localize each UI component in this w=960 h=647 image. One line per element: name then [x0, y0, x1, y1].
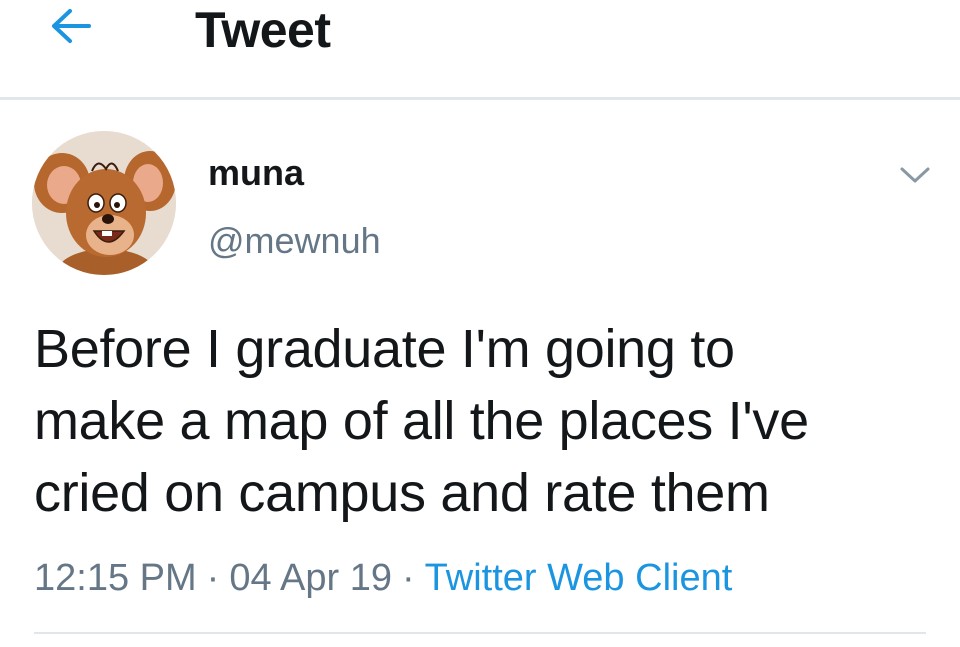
author-handle[interactable]: @mewnuh [208, 220, 381, 262]
tweet-source-link[interactable]: Twitter Web Client [425, 557, 733, 599]
arrow-left-icon [52, 9, 91, 43]
tweet-text-line: make a map of all the places I've [34, 391, 809, 451]
author-display-name[interactable]: muna [208, 152, 304, 194]
divider [34, 632, 926, 634]
tweet-meta: 12:15 PM · 04 Apr 19 · Twitter Web Client [34, 556, 732, 600]
tweet-detail-screen: Tweet muna @mewnuh Before I graduate I'm… [0, 0, 960, 647]
top-app-bar: Tweet [0, 0, 960, 100]
chevron-down-icon [900, 167, 930, 183]
tweet-date: 04 Apr 19 [229, 557, 392, 599]
avatar[interactable] [32, 131, 176, 275]
tweet-time: 12:15 PM [34, 557, 197, 599]
meta-separator: · [402, 557, 415, 599]
tweet-text-line: cried on campus and rate them [34, 463, 770, 523]
page-title: Tweet [195, 2, 331, 58]
cartoon-mouse-avatar-image [32, 131, 176, 275]
back-button[interactable] [46, 6, 94, 46]
tweet-text: Before I graduate I'm going to make a ma… [34, 313, 934, 529]
tweet-options-button[interactable] [895, 158, 935, 192]
tweet-text-line: Before I graduate I'm going to [34, 319, 735, 379]
meta-separator: · [206, 557, 220, 599]
